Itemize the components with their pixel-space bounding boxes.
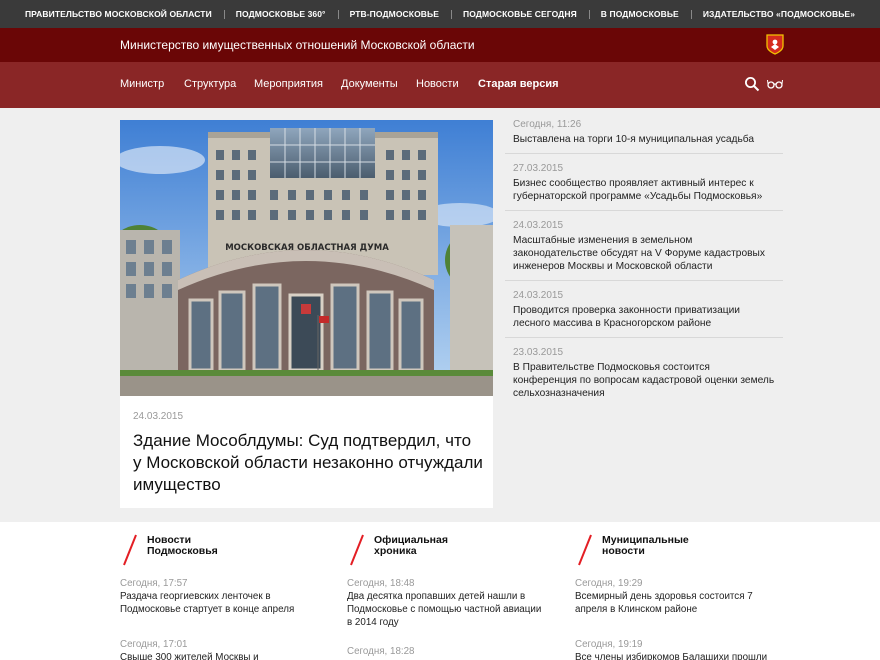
column-news-date: Сегодня, 18:28 (347, 646, 415, 657)
feed-item-date: 24.03.2015 (513, 290, 564, 301)
news-columns-section: Новости Подмосковья Сегодня, 17:57 Разда… (0, 522, 880, 660)
column-news-date: Сегодня, 17:01 (120, 639, 188, 650)
column-news-item[interactable]: Сегодня, 18:28 (347, 645, 547, 658)
feed-item[interactable]: 24.03.2015 Проводится проверка законност… (505, 287, 783, 338)
column-news-date: Сегодня, 18:48 (347, 578, 415, 589)
column-news-text[interactable]: Раздача георгиевских ленточек в Подмоско… (120, 590, 320, 616)
top-link-government[interactable]: ПРАВИТЕЛЬСТВО МОСКОВСКОЙ ОБЛАСТИ (13, 9, 224, 19)
column-title[interactable]: Муниципальные новости (602, 535, 689, 557)
featured-news-image[interactable]: МОСКОВСКАЯ ОБЛАСТНАЯ ДУМА (120, 120, 493, 396)
building-sign: МОСКОВСКАЯ ОБЛАСТНАЯ ДУМА (225, 243, 389, 253)
site-header: Министерство имущественных отношений Мос… (0, 28, 880, 62)
feed-item-text[interactable]: Масштабные изменения в земельном законод… (513, 234, 775, 273)
main-nav: Министр Структура Мероприятия Документы … (0, 62, 880, 108)
column-header[interactable]: Муниципальные новости (575, 532, 775, 572)
nav-minister[interactable]: Министр (120, 78, 164, 90)
nav-old-version[interactable]: Старая версия (478, 78, 559, 90)
feed-item-date: Сегодня, 11:26 (513, 119, 582, 130)
column-news-item[interactable]: Сегодня, 17:01 Свыше 300 жителей Москвы … (120, 638, 320, 660)
column-title[interactable]: Официальная хроника (374, 535, 448, 557)
feed-item-date: 23.03.2015 (513, 347, 564, 358)
red-slash-icon (350, 534, 364, 566)
coat-of-arms-icon[interactable] (766, 34, 784, 55)
red-slash-icon (578, 534, 592, 566)
column-news-text[interactable]: Все члены избиркомов Балашихи прошли (575, 651, 775, 660)
feed-item[interactable]: Сегодня, 11:26 Выставлена на торги 10-я … (505, 116, 783, 154)
column-header[interactable]: Официальная хроника (347, 532, 547, 572)
top-links-bar: ПРАВИТЕЛЬСТВО МОСКОВСКОЙ ОБЛАСТИ ПОДМОСК… (0, 0, 880, 28)
column-news-item[interactable]: Сегодня, 19:29 Всемирный день здоровья с… (575, 577, 775, 616)
column-header[interactable]: Новости Подмосковья (120, 532, 320, 572)
nav-news[interactable]: Новости (416, 78, 459, 90)
column-title[interactable]: Новости Подмосковья (147, 535, 218, 557)
ministry-title[interactable]: Министерство имущественных отношений Мос… (120, 38, 475, 52)
feed-item[interactable]: 24.03.2015 Масштабные изменения в земель… (505, 217, 783, 281)
column-official-chronicle: Официальная хроника Сегодня, 18:48 Два д… (347, 532, 547, 658)
column-news-date: Сегодня, 19:19 (575, 639, 643, 650)
red-slash-icon (123, 534, 137, 566)
search-icon[interactable] (744, 76, 760, 92)
featured-news-date: 24.03.2015 (133, 411, 184, 422)
feed-item[interactable]: 23.03.2015 В Правительстве Подмосковья с… (505, 344, 783, 407)
column-municipal-news: Муниципальные новости Сегодня, 19:29 Все… (575, 532, 775, 660)
top-link-publisher[interactable]: ИЗДАТЕЛЬСТВО «ПОДМОСКОВЬЕ» (690, 9, 867, 19)
feed-item-date: 24.03.2015 (513, 220, 564, 231)
nav-structure[interactable]: Структура (184, 78, 236, 90)
top-link-rtv[interactable]: РТВ-ПОДМОСКОВЬЕ (337, 9, 451, 19)
column-news-date: Сегодня, 19:29 (575, 578, 643, 589)
top-link-today[interactable]: ПОДМОСКОВЬЕ СЕГОДНЯ (451, 9, 589, 19)
column-news-text[interactable]: Два десятка пропавших детей нашли в Подм… (347, 590, 547, 629)
feed-item-text[interactable]: Проводится проверка законности приватиза… (513, 304, 775, 330)
nav-events[interactable]: Мероприятия (254, 78, 323, 90)
feed-item-text[interactable]: В Правительстве Подмосковья состоится ко… (513, 361, 775, 400)
glasses-icon[interactable] (767, 78, 783, 90)
nav-documents[interactable]: Документы (341, 78, 398, 90)
news-feed: Сегодня, 11:26 Выставлена на торги 10-я … (505, 116, 783, 413)
column-news-item[interactable]: Сегодня, 18:48 Два десятка пропавших дет… (347, 577, 547, 629)
feed-item[interactable]: 27.03.2015 Бизнес сообщество проявляет а… (505, 160, 783, 211)
top-link-360[interactable]: ПОДМОСКОВЬЕ 360° (223, 9, 338, 19)
feed-item-text[interactable]: Бизнес сообщество проявляет активный инт… (513, 177, 775, 203)
column-regional-news: Новости Подмосковья Сегодня, 17:57 Разда… (120, 532, 320, 660)
column-news-date: Сегодня, 17:57 (120, 578, 188, 589)
top-link-v-podmoskovie[interactable]: В ПОДМОСКОВЬЕ (588, 9, 691, 19)
featured-news-title[interactable]: Здание Мособлдумы: Суд подтвердил, что у… (133, 430, 483, 496)
column-title-line: новости (602, 545, 645, 557)
column-news-text[interactable]: Свыше 300 жителей Москвы и (120, 651, 320, 660)
feed-item-text[interactable]: Выставлена на торги 10-я муниципальная у… (513, 133, 775, 146)
column-news-item[interactable]: Сегодня, 19:19 Все члены избиркомов Бала… (575, 638, 775, 660)
column-news-item[interactable]: Сегодня, 17:57 Раздача георгиевских лент… (120, 577, 320, 616)
feed-item-date: 27.03.2015 (513, 163, 564, 174)
featured-news-card[interactable]: МОСКОВСКАЯ ОБЛАСТНАЯ ДУМА 24.03.2015 Зда… (120, 120, 493, 508)
column-news-text[interactable]: Всемирный день здоровья состоится 7 апре… (575, 590, 775, 616)
column-title-line: Подмосковья (147, 545, 218, 557)
column-title-line: хроника (374, 545, 417, 557)
